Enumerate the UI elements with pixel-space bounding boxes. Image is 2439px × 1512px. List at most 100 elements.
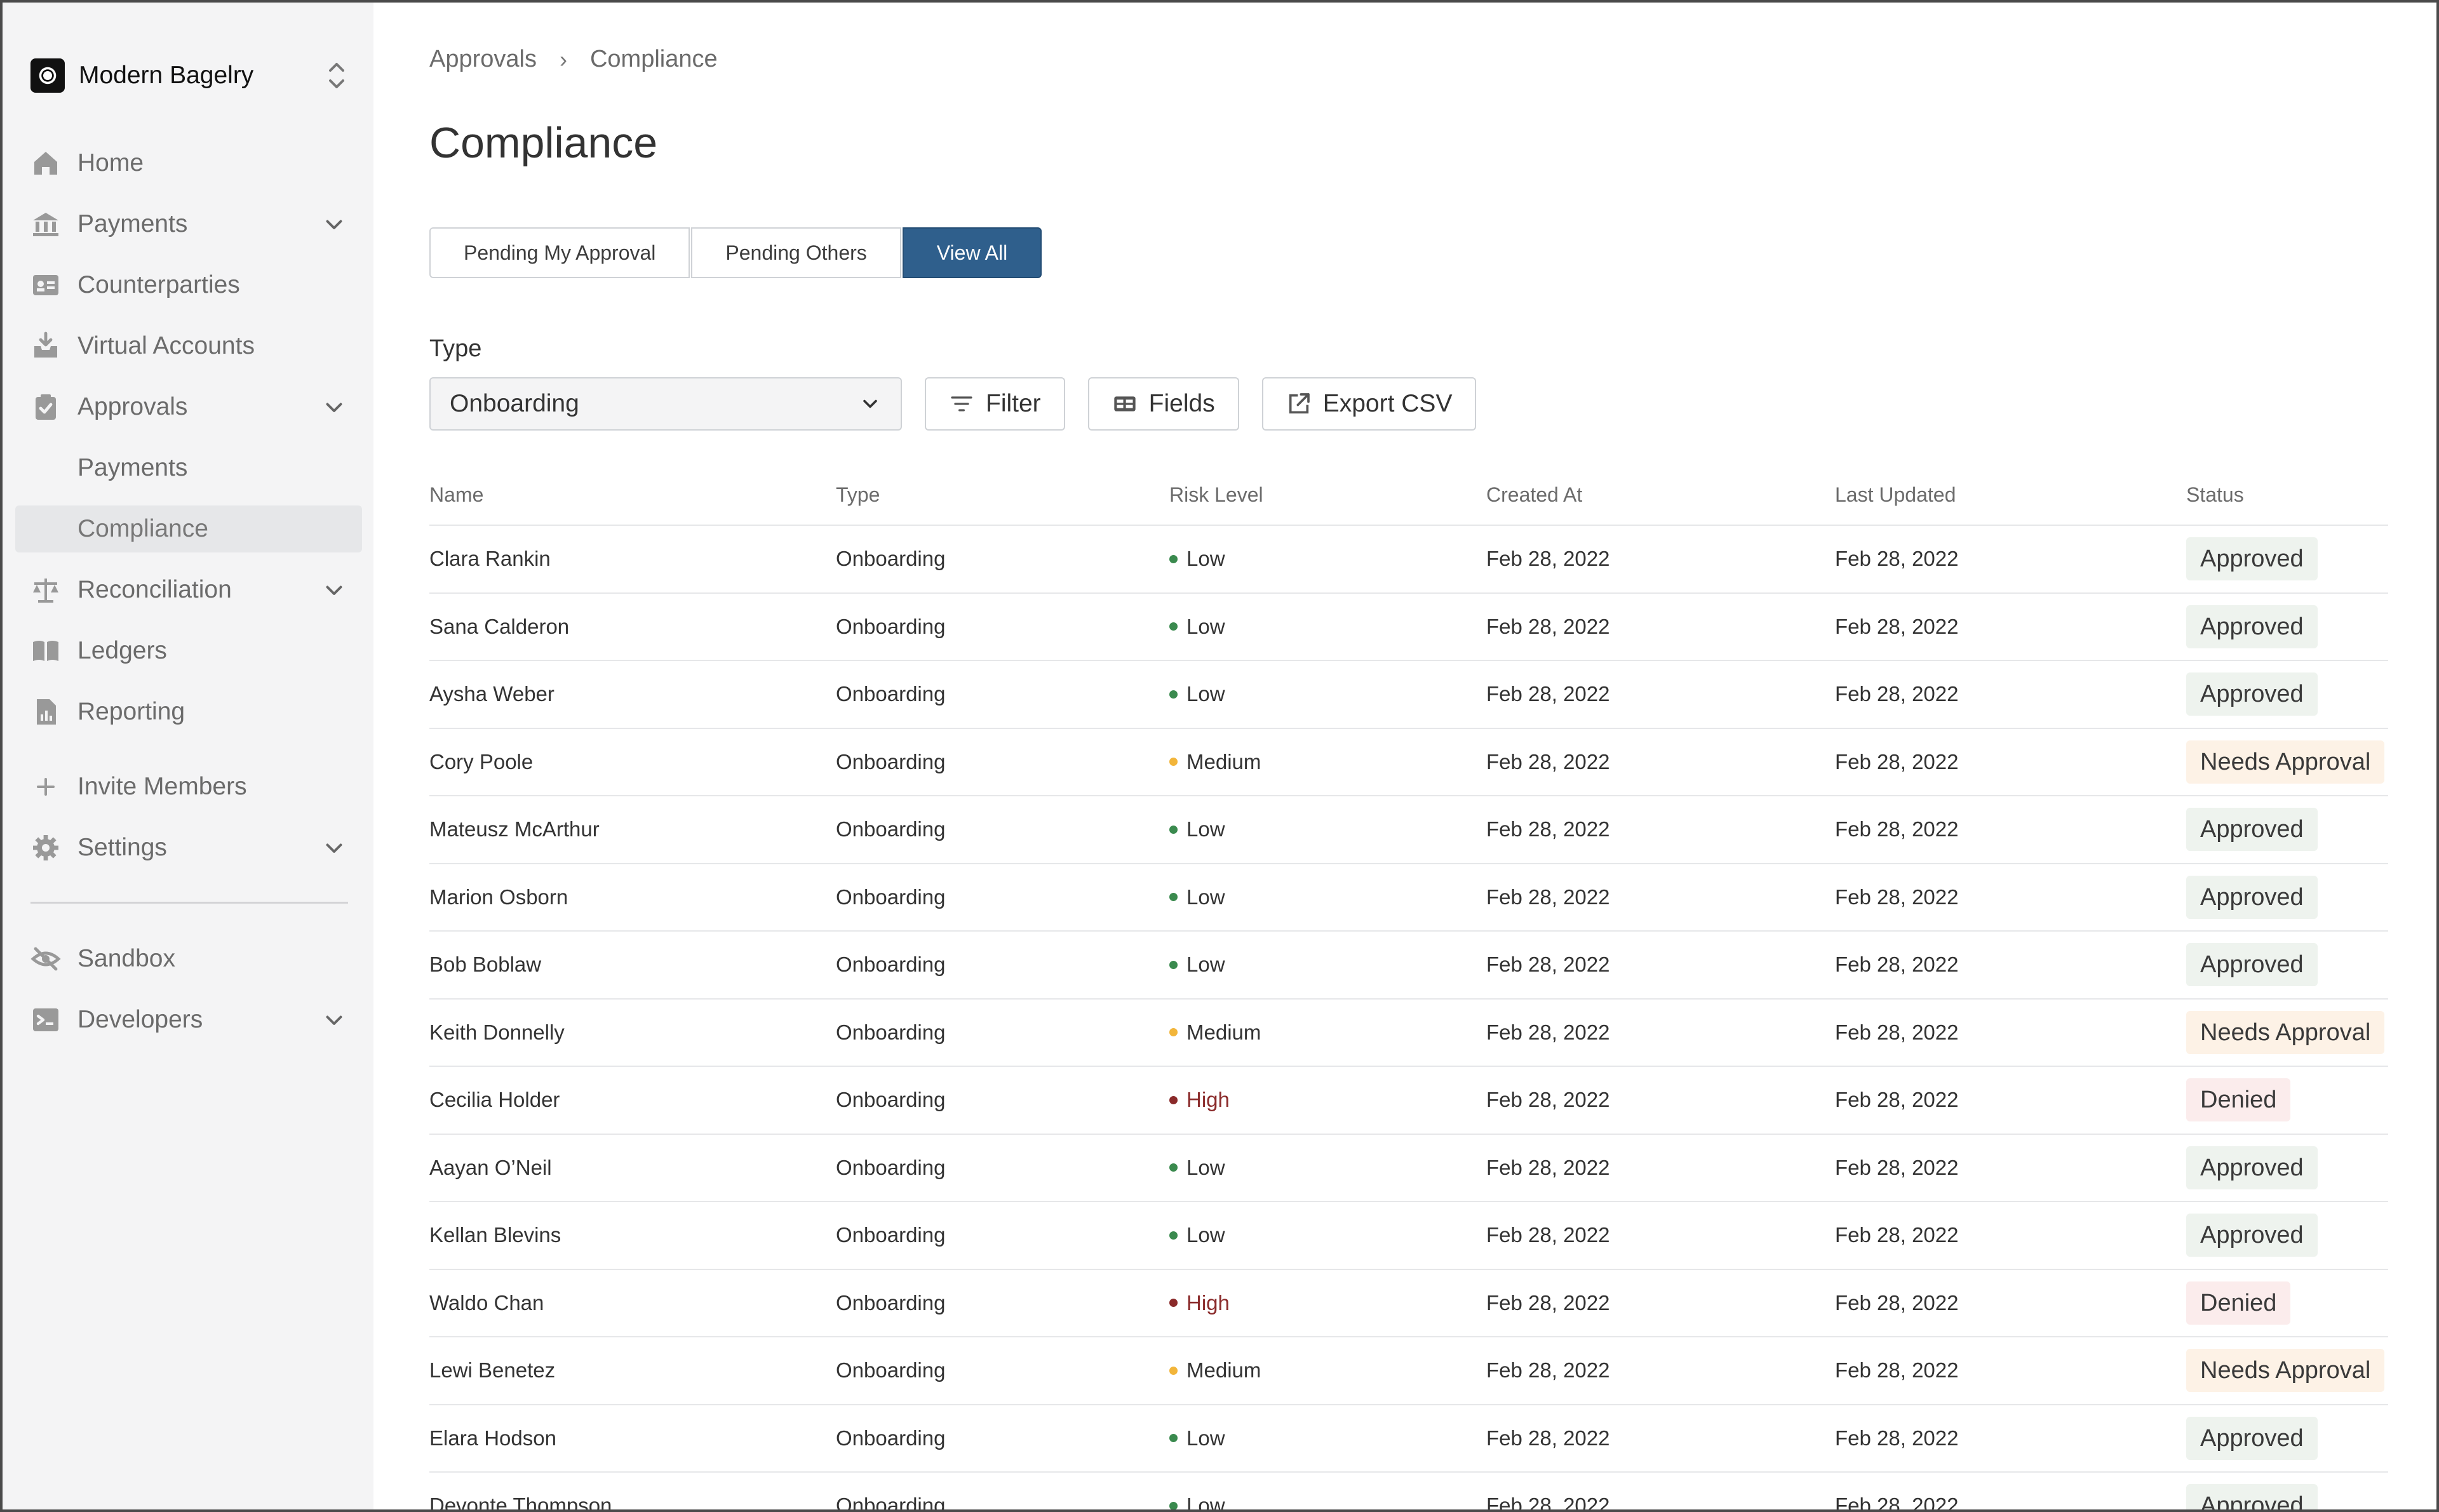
row-type: Onboarding <box>836 817 946 841</box>
risk-level-text: Low <box>1186 682 1225 706</box>
sidebar-item-counterparties[interactable]: Counterparties <box>15 262 362 309</box>
sidebar-item-payments[interactable]: Payments <box>15 201 362 248</box>
sidebar-item-ledgers[interactable]: Ledgers <box>15 627 362 674</box>
org-switcher[interactable]: Modern Bagelry <box>30 56 348 95</box>
risk-level-text: Medium <box>1186 749 1261 773</box>
row-type: Onboarding <box>836 953 946 977</box>
row-created-at: Feb 28, 2022 <box>1486 1426 1610 1450</box>
sidebar-item-reconciliation[interactable]: Reconciliation <box>15 566 362 613</box>
row-type: Onboarding <box>836 1155 946 1179</box>
risk-indicator-dot <box>1169 1501 1178 1509</box>
type-filter-label: Type <box>429 335 482 362</box>
type-select-value: Onboarding <box>450 390 579 417</box>
row-last-updated: Feb 28, 2022 <box>1835 1155 1959 1179</box>
gear-icon <box>33 835 58 860</box>
risk-indicator-dot <box>1169 1231 1178 1240</box>
tab-pending-others[interactable]: Pending Others <box>691 227 901 278</box>
risk-level-text: Low <box>1186 1155 1225 1179</box>
column-header-status[interactable]: Status <box>2186 483 2388 507</box>
table-row[interactable]: Waldo Chan Onboarding High Feb 28, 2022 Feb … <box>429 1270 2388 1337</box>
column-header-last-updated[interactable]: Last Updated <box>1835 483 2186 507</box>
plus-icon <box>37 778 55 796</box>
row-last-updated: Feb 28, 2022 <box>1835 1494 1959 1512</box>
fields-button[interactable]: Fields <box>1087 377 1239 431</box>
column-header-type[interactable]: Type <box>836 483 1169 507</box>
sidebar-item-settings[interactable]: Settings <box>15 824 362 871</box>
sidebar-item-reporting[interactable]: Reporting <box>15 688 362 735</box>
table-row[interactable]: Cecilia Holder Onboarding High Feb 28, 2022… <box>429 1067 2388 1135</box>
column-header-name[interactable]: Name <box>429 483 836 507</box>
row-last-updated: Feb 28, 2022 <box>1835 885 1959 909</box>
sidebar-item-home[interactable]: Home <box>15 140 362 187</box>
row-name: Cecilia Holder <box>429 1088 560 1112</box>
sidebar-item-sandbox[interactable]: Sandbox <box>15 935 362 982</box>
sidebar-subitem-compliance[interactable]: Compliance <box>15 505 362 552</box>
row-created-at: Feb 28, 2022 <box>1486 885 1610 909</box>
table-row[interactable]: Aayan O’Neil Onboarding Low Feb 28, 2022 Feb… <box>429 1135 2388 1202</box>
table-row[interactable]: Bob Boblaw Onboarding Low Feb 28, 2022 Feb 2… <box>429 932 2388 1000</box>
status-badge: Approved <box>2186 1484 2318 1509</box>
table-row[interactable]: Cory Poole Onboarding Medium Feb 28, 2022 Fe… <box>429 729 2388 796</box>
column-header-created-at[interactable]: Created At <box>1486 483 1835 507</box>
column-header-risk-level[interactable]: Risk Level <box>1169 483 1486 507</box>
sidebar-item-approvals[interactable]: Approvals <box>15 384 362 431</box>
table-row[interactable]: Aysha Weber Onboarding Low Feb 28, 2022 Feb … <box>429 661 2388 729</box>
tab-view-all[interactable]: View All <box>902 227 1042 278</box>
risk-level-text: Low <box>1186 1426 1225 1450</box>
table-row[interactable]: Mateusz McArthur Onboarding Low Feb 28, 202… <box>429 796 2388 864</box>
table-row[interactable]: Marion Osborn Onboarding Low Feb 28, 2022 Fe… <box>429 864 2388 932</box>
table-body: Clara Rankin Onboarding Low Feb 28, 2022 Feb… <box>429 526 2388 1512</box>
sidebar-item-label: Sandbox <box>77 945 175 972</box>
sidebar-item-developers[interactable]: Developers <box>15 996 362 1043</box>
table-row[interactable]: Sana Calderon Onboarding Low Feb 28, 2022 Fe… <box>429 594 2388 661</box>
row-risk-level: High <box>1169 1291 1486 1315</box>
filter-button[interactable]: Filter <box>925 377 1065 431</box>
tab-pending-my-approval[interactable]: Pending My Approval <box>429 227 690 278</box>
row-last-updated: Feb 28, 2022 <box>1835 1088 1959 1112</box>
risk-indicator-dot <box>1169 1299 1178 1308</box>
sidebar-item-label: Developers <box>77 1006 203 1033</box>
table-row[interactable]: Devonte Thompson Onboarding Low Feb 28, 202… <box>429 1473 2388 1512</box>
row-status: Needs Approval <box>2186 1010 2388 1054</box>
row-last-updated: Feb 28, 2022 <box>1835 1358 1959 1382</box>
sidebar-item-label: Reconciliation <box>77 576 232 603</box>
page-title: Compliance <box>429 119 658 167</box>
breadcrumb-link-approvals[interactable]: Approvals <box>429 46 537 73</box>
row-created-at: Feb 28, 2022 <box>1486 1155 1610 1179</box>
app-window: Modern Bagelry Home Payments Counterpart… <box>0 0 2439 1512</box>
row-status: Approved <box>2186 537 2388 581</box>
risk-indicator-dot <box>1169 554 1178 563</box>
row-risk-level: Low <box>1169 885 1486 909</box>
table-row[interactable]: Elara Hodson Onboarding Low Feb 28, 2022 Feb… <box>429 1405 2388 1473</box>
row-created-at: Feb 28, 2022 <box>1486 1290 1610 1315</box>
table-row[interactable]: Lewi Benetez Onboarding Medium Feb 28, 2022… <box>429 1337 2388 1405</box>
row-created-at: Feb 28, 2022 <box>1486 953 1610 977</box>
sidebar-subitem-payments[interactable]: Payments <box>15 445 362 492</box>
row-last-updated: Feb 28, 2022 <box>1835 817 1959 841</box>
row-status: Approved <box>2186 672 2388 716</box>
sidebar-item-label: Home <box>77 149 144 177</box>
row-type: Onboarding <box>836 1494 946 1512</box>
row-name: Keith Donnelly <box>429 1020 565 1044</box>
row-name: Aayan O’Neil <box>429 1155 552 1179</box>
row-risk-level: Low <box>1169 1494 1486 1509</box>
approval-tabs: Pending My Approval Pending Others View … <box>429 227 1043 281</box>
row-name: Bob Boblaw <box>429 953 542 977</box>
row-status: Approved <box>2186 875 2388 919</box>
table-row[interactable]: Kellan Blevins Onboarding Low Feb 28, 2022 F… <box>429 1202 2388 1270</box>
type-select[interactable]: Onboarding <box>429 377 902 431</box>
sidebar-item-invite-members[interactable]: Invite Members <box>15 763 362 810</box>
row-type: Onboarding <box>836 1223 946 1247</box>
sidebar-item-label: Compliance <box>77 515 208 542</box>
sidebar-item-label: Payments <box>77 210 188 238</box>
chevron-down-icon <box>326 1015 342 1025</box>
risk-indicator-dot <box>1169 690 1178 699</box>
sidebar-item-label: Counterparties <box>77 271 240 298</box>
org-logo-icon <box>30 58 65 93</box>
risk-indicator-dot <box>1169 1434 1178 1443</box>
table-row[interactable]: Keith Donnelly Onboarding Medium Feb 28, 20… <box>429 1000 2388 1067</box>
sidebar-item-virtual-accounts[interactable]: Virtual Accounts <box>15 323 362 370</box>
table-row[interactable]: Clara Rankin Onboarding Low Feb 28, 2022 Feb… <box>429 526 2388 594</box>
export-csv-button[interactable]: Export CSV <box>1261 377 1477 431</box>
contact-card-icon <box>33 275 58 295</box>
